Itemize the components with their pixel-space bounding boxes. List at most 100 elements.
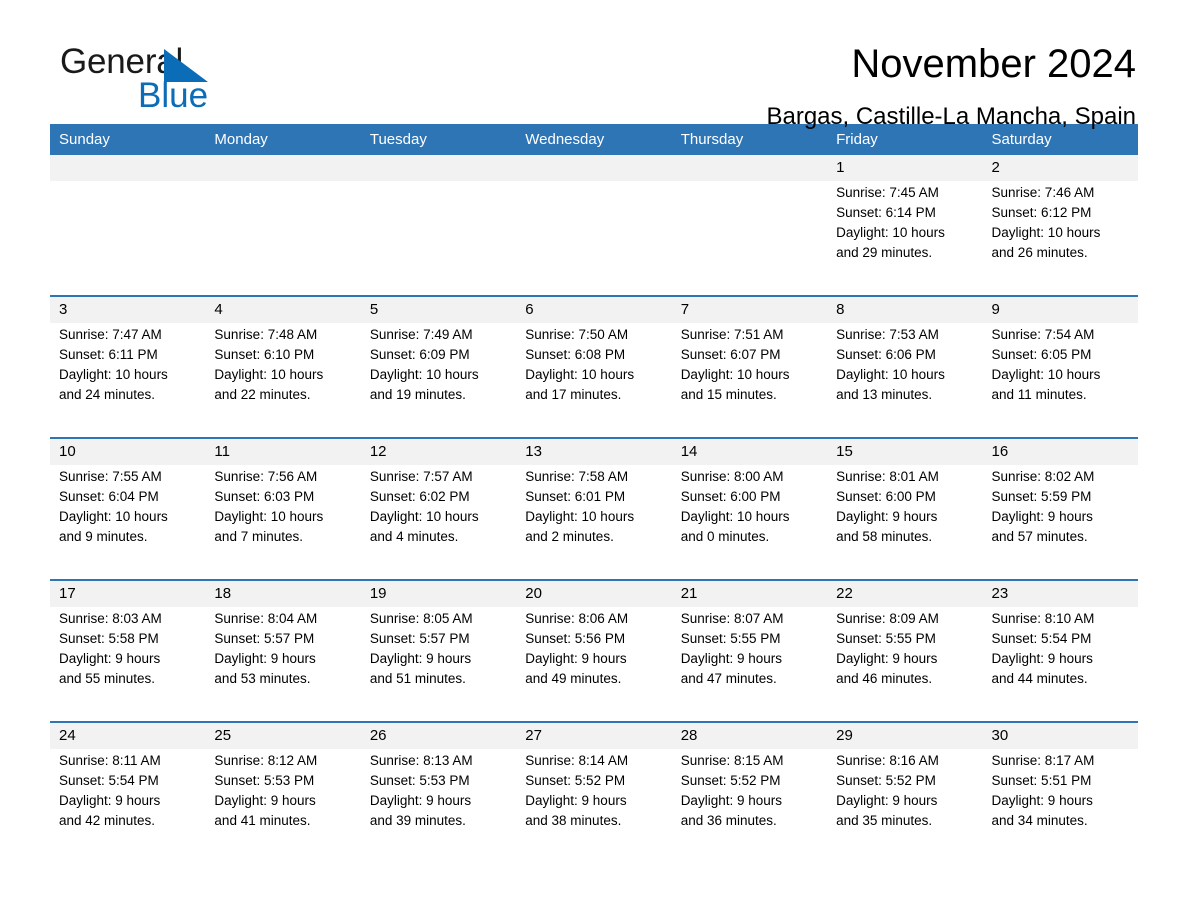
day-cell[interactable]: Sunrise: 7:49 AM Sunset: 6:09 PM Dayligh… [360,323,517,438]
day-cell[interactable]: Sunrise: 8:07 AM Sunset: 5:55 PM Dayligh… [671,607,828,722]
daylight-text-line1: Daylight: 9 hours [214,793,316,808]
day-cell[interactable]: Sunrise: 7:50 AM Sunset: 6:08 PM Dayligh… [516,323,672,438]
day-cell[interactable]: Sunrise: 8:09 AM Sunset: 5:55 PM Dayligh… [827,607,983,722]
day-number[interactable]: 18 [205,579,361,607]
daylight-text-line1: Daylight: 9 hours [836,651,938,666]
daylight-text-line2: and 39 minutes. [369,813,466,828]
day-cell[interactable]: Sunrise: 8:11 AM Sunset: 5:54 PM Dayligh… [50,749,206,851]
sunrise-text: Sunrise: 8:11 AM [59,753,161,768]
daylight-text-line1: Daylight: 9 hours [214,651,316,666]
day-cell[interactable] [205,181,361,296]
daylight-text-line2: and 17 minutes. [525,387,622,402]
day-cell[interactable]: Sunrise: 7:46 AM Sunset: 6:12 PM Dayligh… [982,181,1138,296]
day-cell[interactable] [360,181,517,296]
week-4-daynumbers: 17 18 19 20 21 22 23 [50,579,1138,607]
sunrise-text: Sunrise: 7:49 AM [369,327,473,342]
sunrise-text: Sunrise: 7:45 AM [836,185,939,200]
day-number[interactable]: 25 [205,721,361,749]
daylight-text-line1: Daylight: 9 hours [369,651,472,666]
day-number[interactable]: 5 [360,295,517,323]
day-number[interactable]: 21 [671,579,828,607]
day-cell[interactable]: Sunrise: 7:57 AM Sunset: 6:02 PM Dayligh… [360,465,517,580]
day-cell[interactable]: Sunrise: 8:03 AM Sunset: 5:58 PM Dayligh… [50,607,206,722]
day-cell[interactable]: Sunrise: 8:00 AM Sunset: 6:00 PM Dayligh… [671,465,828,580]
day-number[interactable]: 11 [205,437,361,465]
day-number[interactable]: 4 [205,295,361,323]
day-number[interactable]: 9 [982,295,1138,323]
day-cell[interactable]: Sunrise: 8:16 AM Sunset: 5:52 PM Dayligh… [827,749,983,851]
day-cell[interactable]: Sunrise: 7:53 AM Sunset: 6:06 PM Dayligh… [827,323,983,438]
daylight-text-line2: and 19 minutes. [369,387,466,402]
day-cell[interactable]: Sunrise: 7:51 AM Sunset: 6:07 PM Dayligh… [671,323,828,438]
day-cell[interactable]: Sunrise: 8:06 AM Sunset: 5:56 PM Dayligh… [516,607,672,722]
day-number[interactable]: 26 [360,721,517,749]
sunrise-text: Sunrise: 8:00 AM [680,469,784,484]
general-blue-logo[interactable]: General Blue [60,42,360,115]
day-number[interactable]: 1 [827,155,983,181]
day-number[interactable]: 10 [50,437,206,465]
day-cell[interactable]: Sunrise: 8:15 AM Sunset: 5:52 PM Dayligh… [671,749,828,851]
sunrise-text: Sunrise: 8:04 AM [214,611,318,626]
sunset-text: Sunset: 6:11 PM [59,347,158,362]
day-number[interactable]: 2 [982,155,1138,181]
day-cell[interactable]: Sunrise: 7:47 AM Sunset: 6:11 PM Dayligh… [50,323,206,438]
day-number[interactable] [205,155,361,181]
day-cell[interactable]: Sunrise: 8:17 AM Sunset: 5:51 PM Dayligh… [982,749,1138,851]
day-cell[interactable]: Sunrise: 8:13 AM Sunset: 5:53 PM Dayligh… [360,749,517,851]
day-number[interactable]: 13 [516,437,672,465]
day-number[interactable]: 24 [50,721,206,749]
daylight-text-line1: Daylight: 9 hours [680,793,782,808]
daylight-text-line2: and 49 minutes. [525,671,622,686]
sunrise-text: Sunrise: 8:06 AM [525,611,629,626]
day-cell[interactable]: Sunrise: 7:54 AM Sunset: 6:05 PM Dayligh… [982,323,1138,438]
day-number[interactable]: 20 [516,579,672,607]
day-number[interactable]: 22 [827,579,983,607]
day-cell[interactable]: Sunrise: 8:02 AM Sunset: 5:59 PM Dayligh… [982,465,1138,580]
daylight-text-line2: and 7 minutes. [214,529,303,544]
day-number[interactable]: 23 [982,579,1138,607]
day-number[interactable]: 29 [827,721,983,749]
day-number[interactable]: 30 [982,721,1138,749]
day-number[interactable] [50,155,206,181]
daylight-text-line1: Daylight: 9 hours [525,793,627,808]
day-number[interactable]: 15 [827,437,983,465]
day-number[interactable]: 27 [516,721,672,749]
sunset-text: Sunset: 5:58 PM [59,631,159,646]
day-cell[interactable]: Sunrise: 7:55 AM Sunset: 6:04 PM Dayligh… [50,465,206,580]
day-number[interactable]: 16 [982,437,1138,465]
day-number[interactable]: 19 [360,579,517,607]
sunset-text: Sunset: 6:09 PM [369,347,470,362]
sunrise-text: Sunrise: 8:15 AM [680,753,784,768]
day-number[interactable]: 12 [360,437,517,465]
day-number[interactable]: 6 [516,295,672,323]
sunset-text: Sunset: 5:53 PM [214,773,315,788]
day-number[interactable] [360,155,517,181]
day-cell[interactable] [516,181,672,296]
day-cell[interactable]: Sunrise: 8:12 AM Sunset: 5:53 PM Dayligh… [205,749,361,851]
day-number[interactable]: 3 [50,295,206,323]
day-number[interactable]: 17 [50,579,206,607]
daylight-text-line2: and 4 minutes. [369,529,459,544]
day-cell[interactable]: Sunrise: 8:14 AM Sunset: 5:52 PM Dayligh… [516,749,672,851]
day-cell[interactable]: Sunrise: 7:56 AM Sunset: 6:03 PM Dayligh… [205,465,361,580]
day-cell[interactable] [50,181,206,296]
sunset-text: Sunset: 6:00 PM [680,489,781,504]
day-number[interactable] [516,155,672,181]
day-cell[interactable]: Sunrise: 7:48 AM Sunset: 6:10 PM Dayligh… [205,323,361,438]
daylight-text-line1: Daylight: 10 hours [214,509,324,524]
day-cell[interactable]: Sunrise: 8:05 AM Sunset: 5:57 PM Dayligh… [360,607,517,722]
day-cell[interactable]: Sunrise: 7:45 AM Sunset: 6:14 PM Dayligh… [827,181,983,296]
day-number[interactable]: 28 [671,721,828,749]
day-cell[interactable]: Sunrise: 8:01 AM Sunset: 6:00 PM Dayligh… [827,465,983,580]
sunrise-text: Sunrise: 8:03 AM [59,611,162,626]
day-cell[interactable]: Sunrise: 8:04 AM Sunset: 5:57 PM Dayligh… [205,607,361,722]
day-cell[interactable]: Sunrise: 7:58 AM Sunset: 6:01 PM Dayligh… [516,465,672,580]
daylight-text-line1: Daylight: 10 hours [214,367,324,382]
day-number[interactable]: 7 [671,295,828,323]
day-cell[interactable] [671,181,828,296]
day-cell[interactable]: Sunrise: 8:10 AM Sunset: 5:54 PM Dayligh… [982,607,1138,722]
day-number[interactable]: 14 [671,437,828,465]
day-number[interactable]: 8 [827,295,983,323]
day-number[interactable] [671,155,828,181]
logo-text-blue: Blue [138,76,209,115]
